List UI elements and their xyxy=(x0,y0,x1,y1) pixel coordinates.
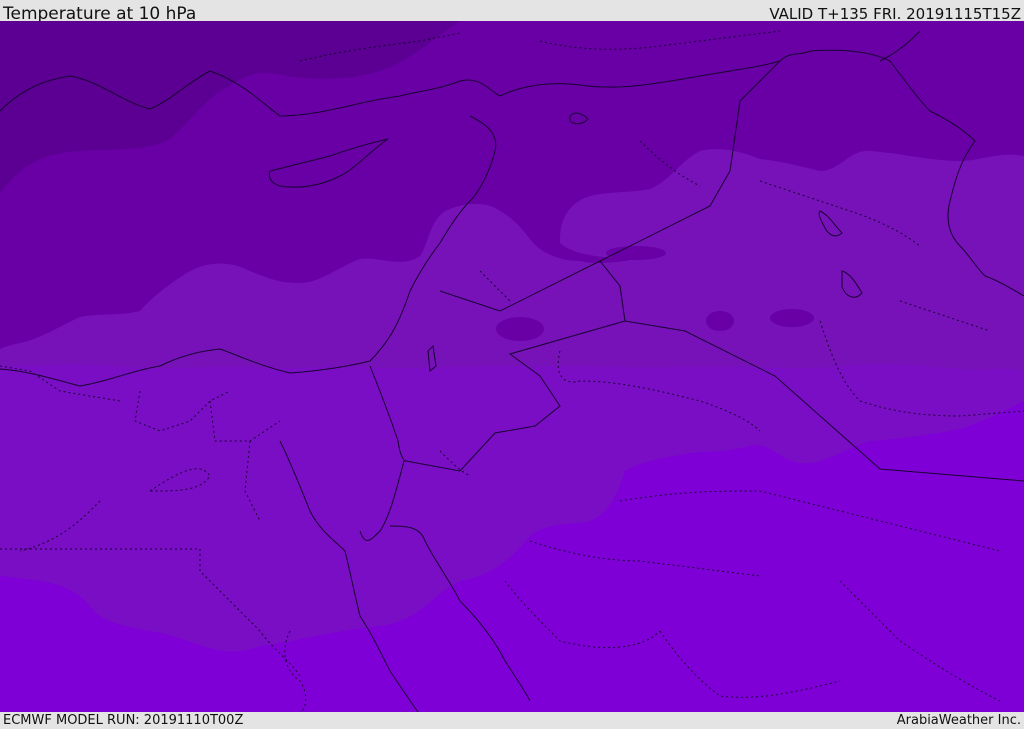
map-canvas xyxy=(0,21,1024,712)
temperature-map[interactable] xyxy=(0,21,1024,712)
model-run-label: ECMWF MODEL RUN: 20191110T00Z xyxy=(3,713,244,728)
cold-blob-2 xyxy=(706,311,734,331)
footer-bar: ECMWF MODEL RUN: 20191110T00Z ArabiaWeat… xyxy=(0,712,1024,729)
cold-blob-3 xyxy=(770,309,814,327)
credit-label: ArabiaWeather Inc. xyxy=(896,713,1021,728)
cold-blob-1 xyxy=(496,317,544,341)
header-bar: Temperature at 10 hPa VALID T+135 FRI. 2… xyxy=(0,0,1024,24)
weather-map-viewer: Temperature at 10 hPa VALID T+135 FRI. 2… xyxy=(0,0,1024,729)
